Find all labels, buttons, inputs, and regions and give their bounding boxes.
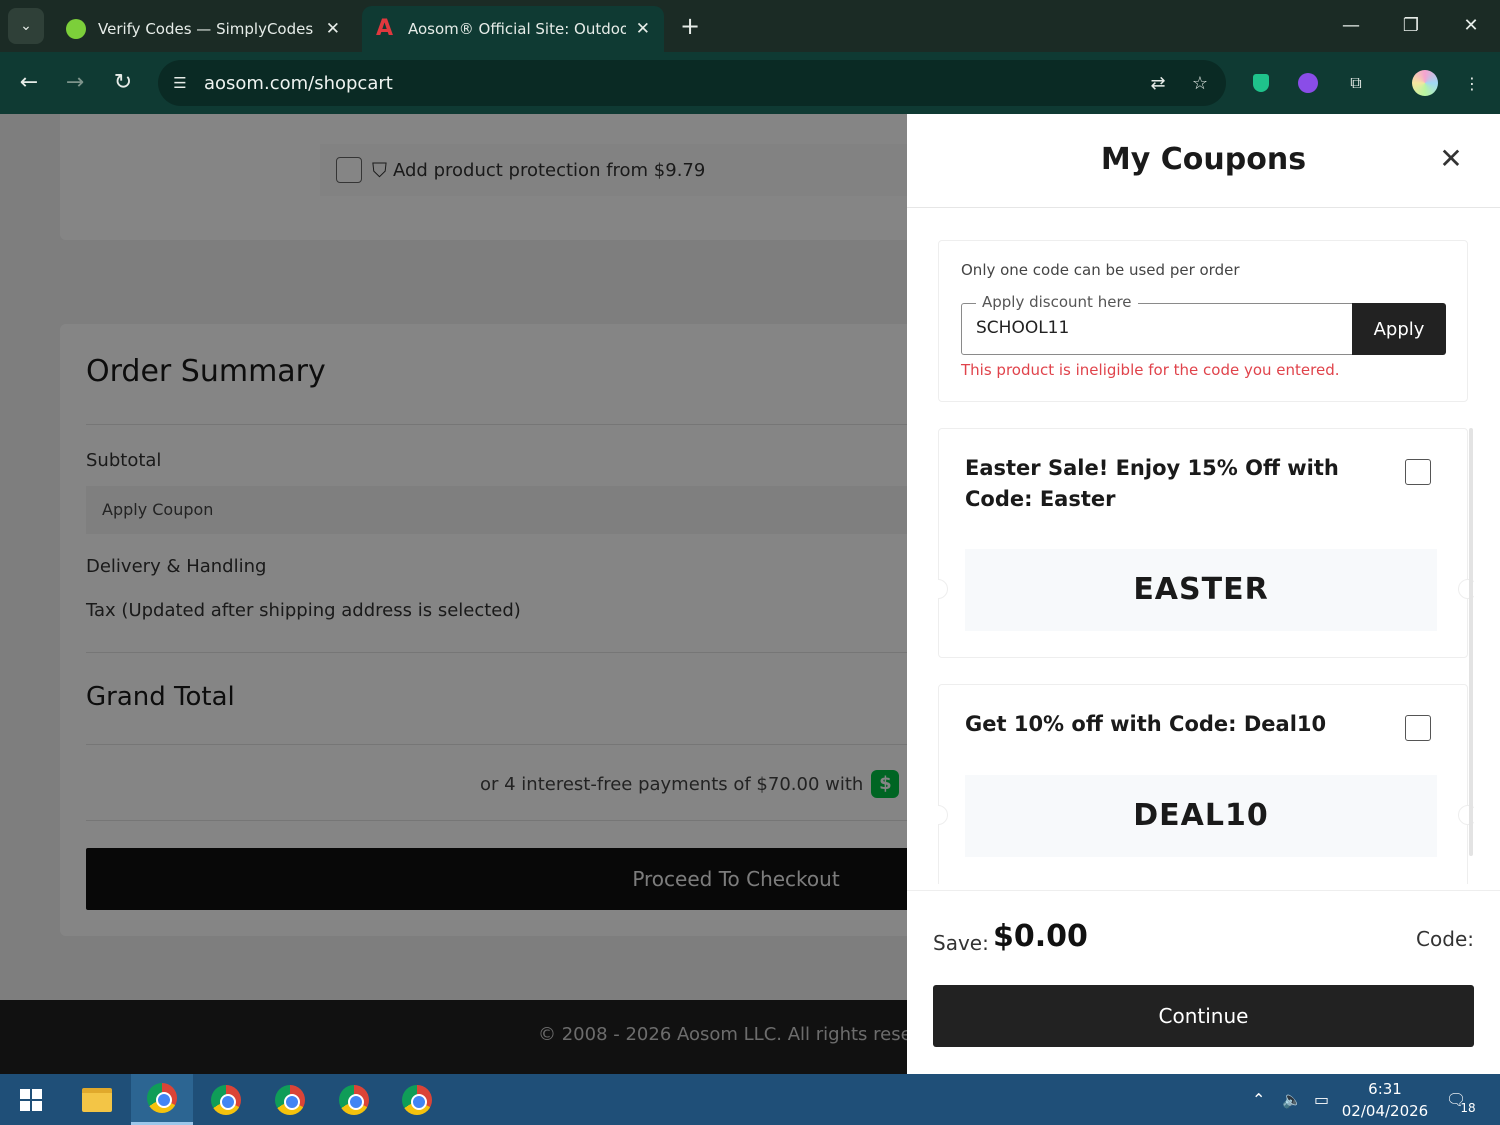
coupon-code: EASTER [965, 549, 1437, 631]
chrome-icon [275, 1084, 305, 1115]
coupon-card-easter[interactable]: Easter Sale! Enjoy 15% Off with Code: Ea… [938, 428, 1474, 658]
browser-menu-icon[interactable]: ⋮ [1457, 68, 1487, 98]
windows-taskbar: ⌃ 🔈 ▭ 6:31 02/04/2026 🗨 18 [0, 1074, 1500, 1125]
close-tab-icon[interactable]: ✕ [326, 19, 340, 39]
drawer-footer: Save: $0.00 Code: Continue [907, 890, 1500, 1074]
new-tab-button[interactable]: + [676, 12, 704, 40]
coupon-list: Easter Sale! Enjoy 15% Off with Code: Ea… [938, 428, 1474, 884]
chrome-icon [147, 1083, 177, 1113]
simplycodes-favicon-icon [66, 19, 86, 39]
file-explorer-button[interactable] [66, 1074, 128, 1125]
chrome-profile-taskbar-button[interactable] [259, 1074, 321, 1125]
chrome-icon [339, 1084, 369, 1115]
translate-icon[interactable]: ⇄ [1142, 73, 1174, 94]
chrome-profile-taskbar-button[interactable] [323, 1074, 385, 1125]
restore-button[interactable]: ❐ [1396, 12, 1426, 40]
continue-button[interactable]: Continue [933, 985, 1474, 1047]
coupon-card-deal10[interactable]: Get 10% off with Code: Deal10 DEAL10 [938, 684, 1474, 884]
start-button[interactable] [0, 1074, 62, 1125]
show-hidden-icons[interactable]: ⌃ [1252, 1074, 1265, 1125]
coupon-code: DEAL10 [965, 775, 1437, 857]
notification-count: 18 [1460, 1100, 1476, 1115]
browser-tab-bar: ⌄ Verify Codes — SimplyCodes ✕ A Aosom® … [0, 0, 1500, 52]
tab-search-button[interactable]: ⌄ [8, 8, 44, 44]
bookmark-star-icon[interactable]: ☆ [1184, 73, 1216, 94]
coupon-title: Easter Sale! Enjoy 15% Off with Code: Ea… [965, 456, 1339, 511]
drawer-title: My Coupons [1100, 142, 1307, 177]
tab-aosom[interactable]: A Aosom® Official Site: Outdoor ✕ [362, 6, 664, 52]
url-text[interactable]: aosom.com/shopcart [204, 73, 1142, 94]
coupons-drawer: My Coupons ✕ Only one code can be used p… [907, 114, 1500, 1074]
close-tab-icon[interactable]: ✕ [636, 19, 650, 39]
chrome-profile-taskbar-button[interactable] [195, 1074, 257, 1125]
discount-field: Apply discount here [961, 293, 1353, 355]
reload-button[interactable]: ↻ [108, 68, 138, 98]
apply-button[interactable]: Apply [1352, 303, 1446, 355]
discount-code-box: Only one code can be used per order Appl… [938, 240, 1468, 402]
close-drawer-icon[interactable]: ✕ [1436, 144, 1466, 174]
address-bar[interactable]: ☰ aosom.com/shopcart ⇄ ☆ [158, 60, 1226, 106]
profile-avatar[interactable] [1410, 68, 1440, 98]
coupon-list-scrollbar[interactable] [1469, 428, 1473, 856]
chrome-profile-taskbar-button[interactable] [386, 1074, 448, 1125]
save-value: $0.00 [993, 919, 1088, 954]
tab-title: Aosom® Official Site: Outdoor [408, 20, 626, 38]
chrome-icon [211, 1084, 241, 1115]
close-window-button[interactable]: ✕ [1456, 12, 1486, 40]
shield-extension-icon[interactable] [1246, 68, 1276, 98]
chrome-icon [402, 1084, 432, 1115]
folder-icon [82, 1087, 112, 1112]
network-icon[interactable]: ▭ [1314, 1074, 1329, 1125]
chrome-taskbar-button[interactable] [131, 1074, 193, 1125]
coupon-notch [938, 805, 948, 825]
site-info-icon[interactable]: ☰ [166, 69, 194, 97]
extensions-puzzle-icon[interactable]: ⧉ [1341, 68, 1371, 98]
tab-simplycodes[interactable]: Verify Codes — SimplyCodes ✕ [52, 6, 354, 52]
coupon-checkbox[interactable] [1405, 715, 1431, 741]
drawer-header: My Coupons ✕ [907, 114, 1500, 208]
code-label: Code: [1416, 927, 1474, 951]
aosom-favicon-icon: A [376, 16, 394, 41]
ineligible-error-message: This product is ineligible for the code … [961, 361, 1340, 379]
minimize-button[interactable]: — [1336, 12, 1366, 40]
forward-button[interactable]: → [60, 68, 90, 98]
volume-icon[interactable]: 🔈 [1282, 1074, 1302, 1125]
clock-date: 02/04/2026 [1341, 1102, 1429, 1120]
tab-title: Verify Codes — SimplyCodes [98, 20, 314, 38]
notifications-button[interactable]: 🗨 18 [1446, 1074, 1476, 1125]
windows-logo-icon [20, 1088, 42, 1111]
coupon-notch [938, 579, 948, 599]
coupon-title: Get 10% off with Code: Deal10 [965, 712, 1327, 736]
one-code-note: Only one code can be used per order [961, 261, 1240, 279]
purple-extension-icon[interactable] [1293, 68, 1323, 98]
save-label: Save: [933, 931, 989, 955]
coupon-checkbox[interactable] [1405, 459, 1431, 485]
clock-time: 6:31 [1368, 1080, 1402, 1098]
back-button[interactable]: ← [14, 68, 44, 98]
system-clock[interactable]: 6:31 02/04/2026 [1330, 1078, 1440, 1122]
discount-field-legend: Apply discount here [976, 293, 1138, 311]
discount-code-input[interactable] [976, 318, 1336, 338]
